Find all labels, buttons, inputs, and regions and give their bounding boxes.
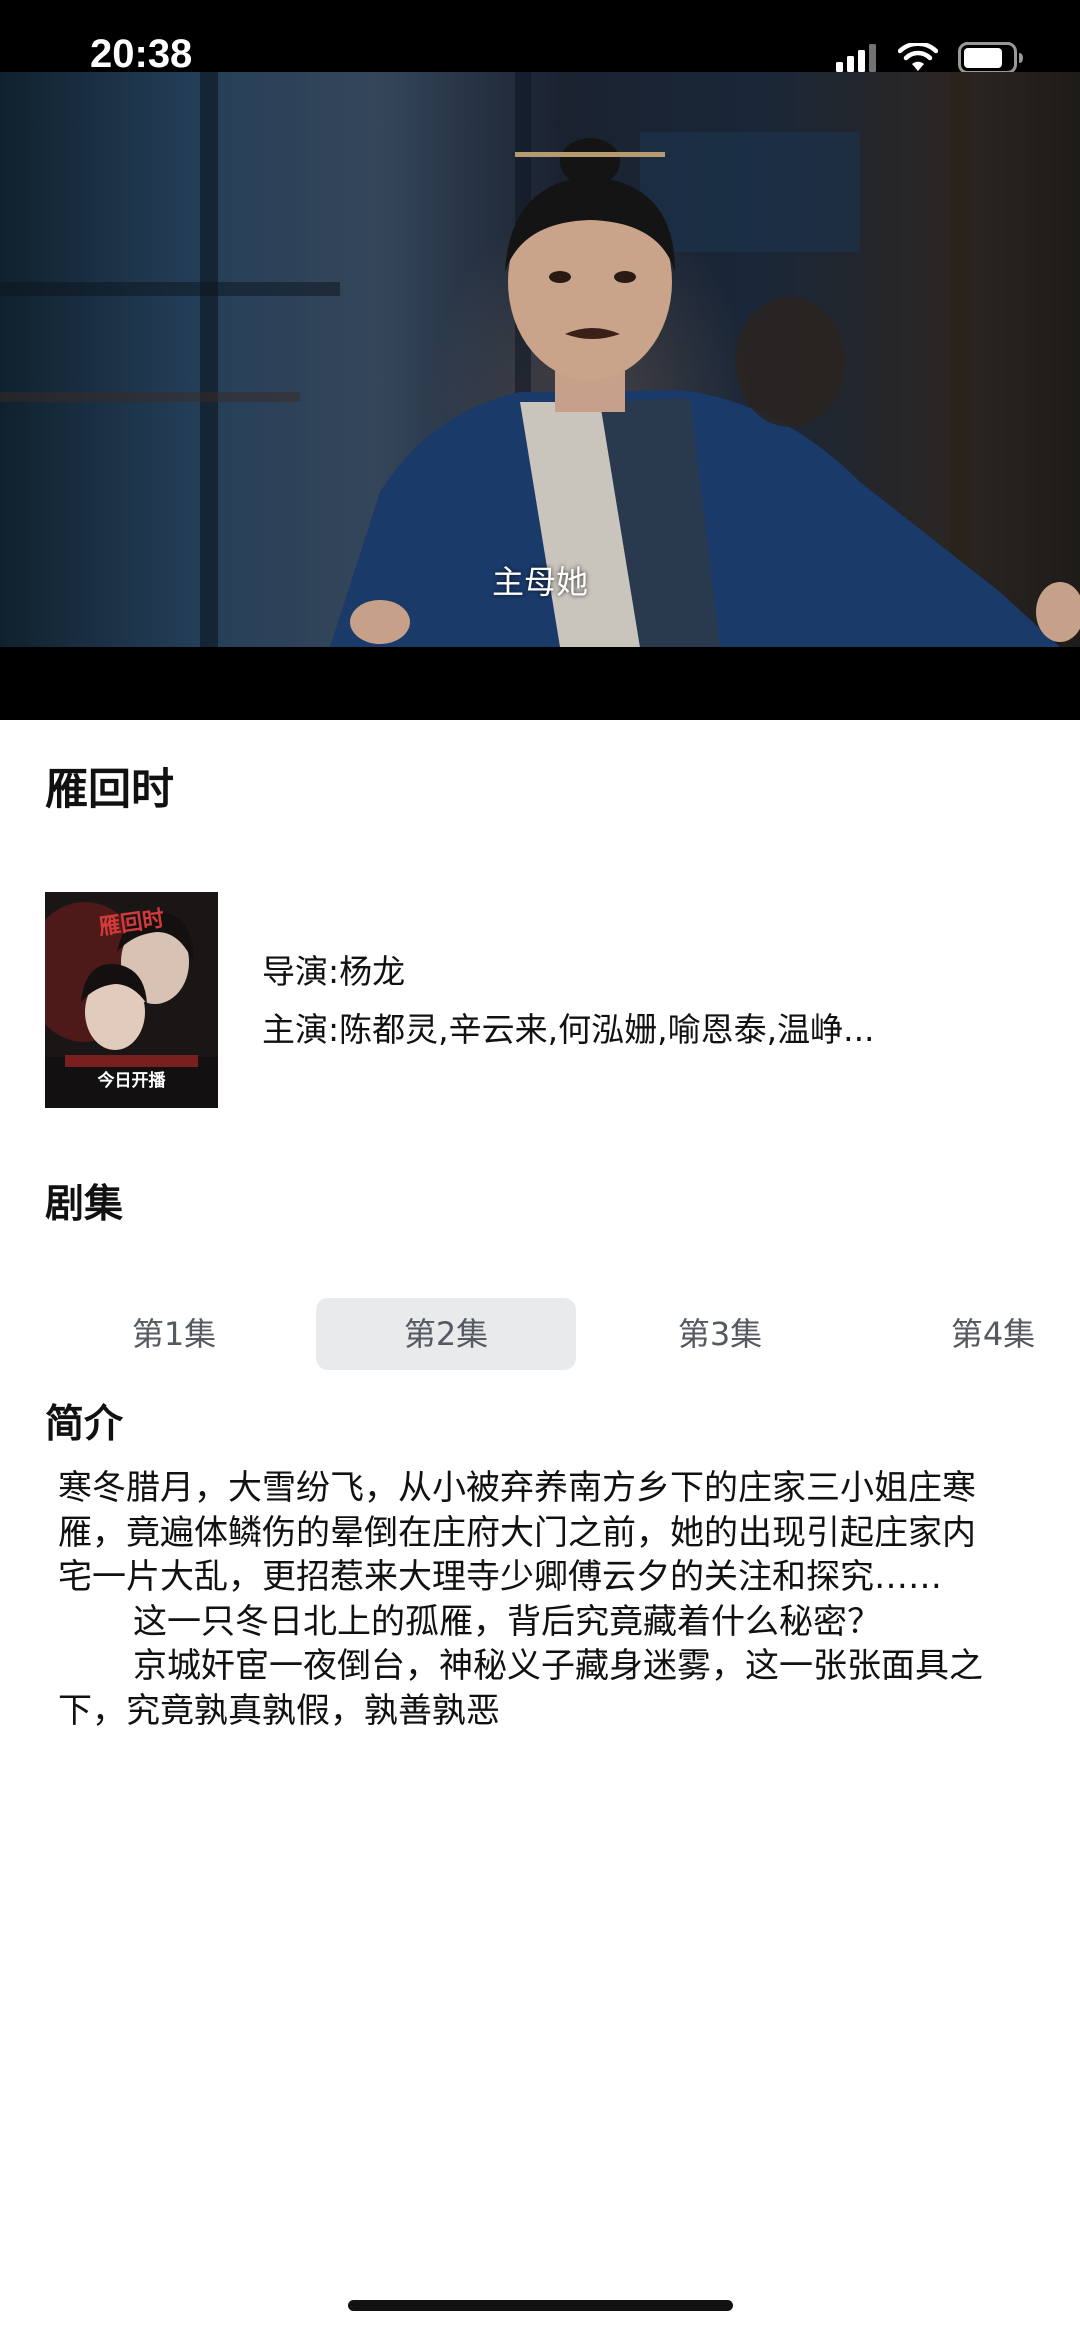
episode-tab-4[interactable]: 第4集	[863, 1298, 1080, 1370]
intro-text: 寒冬腊月，大雪纷飞，从小被弃养南方乡下的庄家三小姐庄寒雁，竟遍体鳞伤的晕倒在庄府…	[58, 1466, 1008, 1733]
video-scene-image	[0, 72, 1080, 647]
episode-tab-1[interactable]: 第1集	[44, 1298, 304, 1370]
cast-info: 主演:陈都灵,辛云来,何泓姗,喻恩泰,温峥...	[262, 1010, 875, 1049]
intro-paragraph: 寒冬腊月，大雪纷飞，从小被弃养南方乡下的庄家三小姐庄寒雁，竟遍体鳞伤的晕倒在庄府…	[58, 1468, 976, 1597]
intro-paragraph: 这一只冬日北上的孤雁，背后究竟藏着什么秘密？	[133, 1601, 881, 1642]
wifi-icon	[898, 43, 938, 71]
status-bar: 20:38	[0, 0, 1080, 76]
show-poster: 雁回时 今日开播	[45, 892, 218, 1108]
show-title: 雁回时	[45, 765, 174, 815]
episode-tab-3[interactable]: 第3集	[590, 1298, 850, 1370]
episode-tab-2[interactable]: 第2集	[316, 1298, 576, 1370]
intro-heading: 简介	[45, 1402, 124, 1447]
home-indicator[interactable]	[348, 2300, 733, 2311]
video-subtitle: 主母她	[491, 563, 588, 601]
video-player[interactable]: 主母她	[0, 72, 1080, 720]
signal-icon	[836, 44, 876, 72]
status-icons	[836, 40, 1024, 76]
video-frame[interactable]: 主母她	[0, 72, 1080, 647]
poster-banner: 今日开播	[97, 1071, 166, 1091]
director-info: 导演:杨龙	[262, 952, 406, 991]
episodes-heading: 剧集	[45, 1182, 124, 1227]
status-time: 20:38	[90, 32, 193, 76]
intro-paragraph: 京城奸宦一夜倒台，神秘义子藏身迷雾，这一张张面具之下，究竟孰真孰假，孰善孰恶	[58, 1646, 983, 1731]
battery-icon	[958, 42, 1023, 74]
